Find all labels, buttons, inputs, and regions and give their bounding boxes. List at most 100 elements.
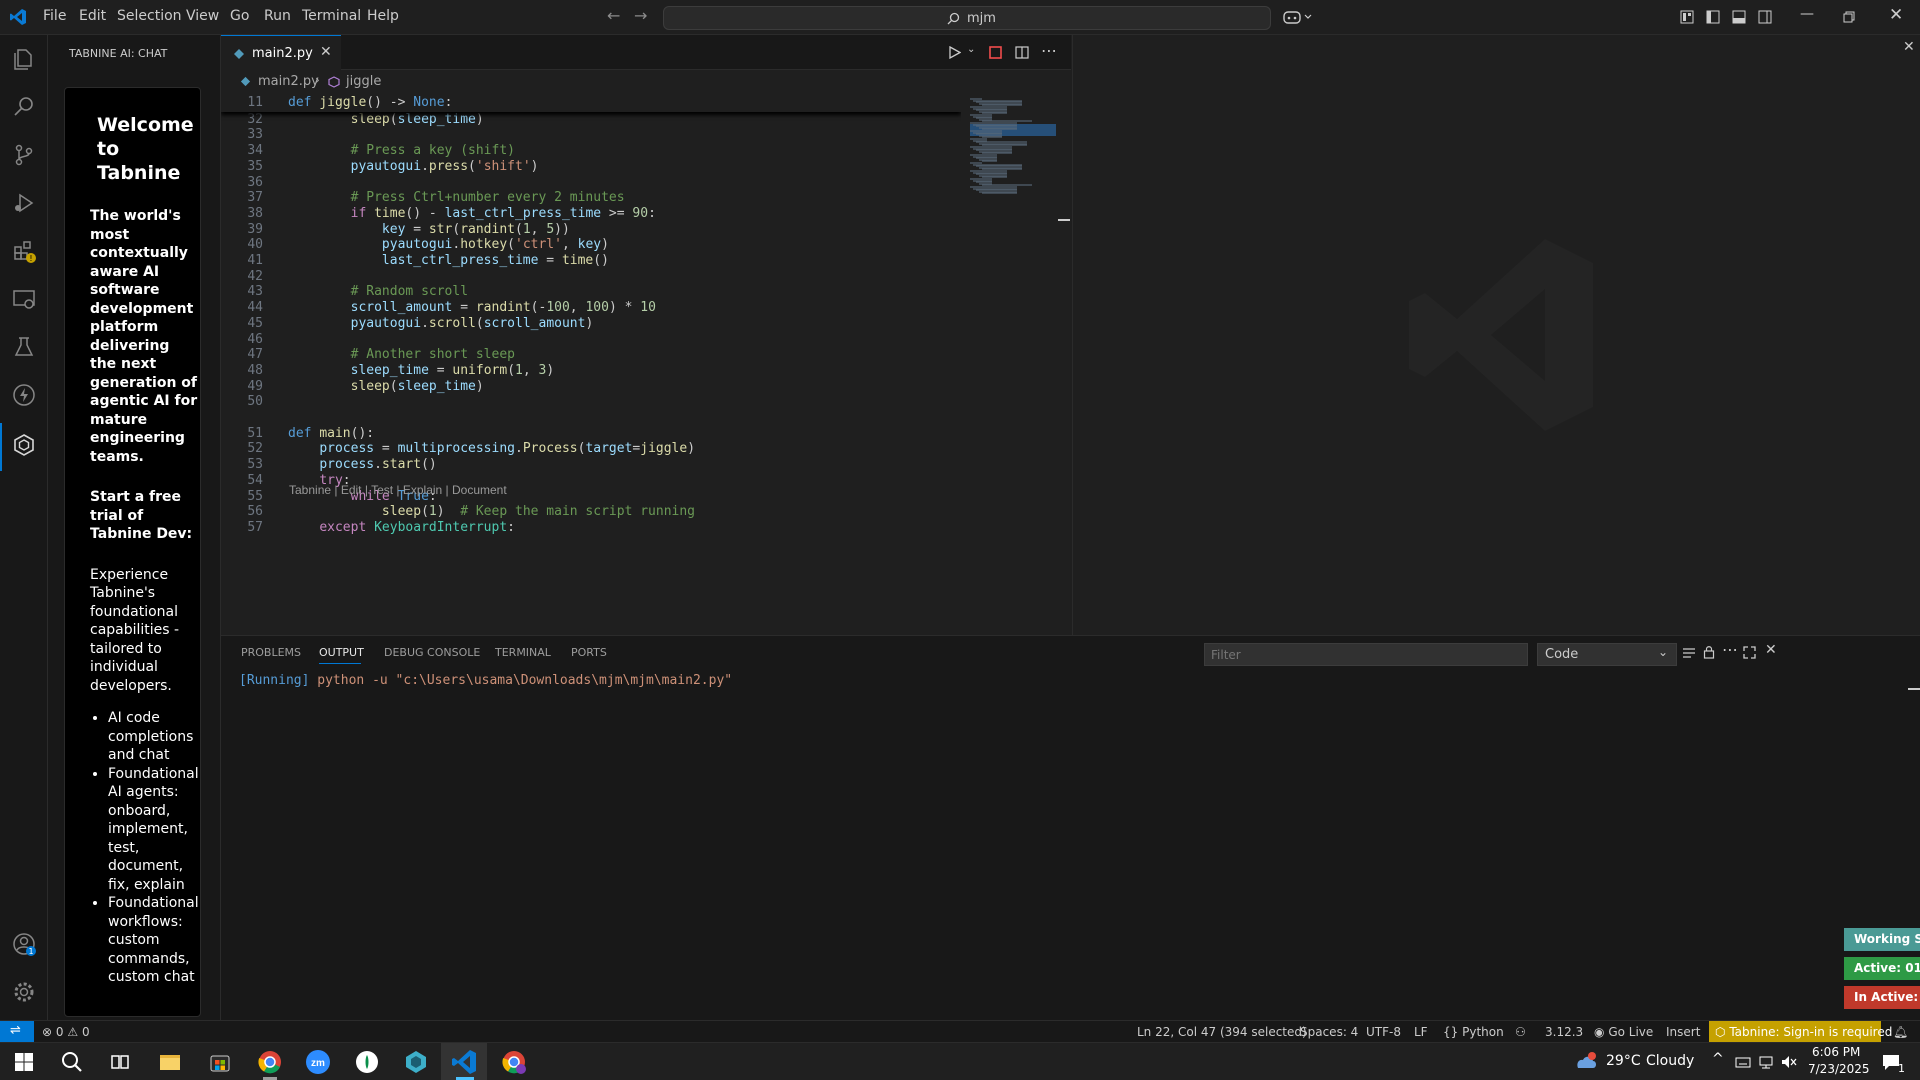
toggle-primary-sidebar-icon[interactable]: [1706, 10, 1720, 24]
minimap[interactable]: [962, 94, 1072, 634]
line-number: 38: [247, 205, 263, 221]
menu-edit[interactable]: Edit: [79, 8, 106, 24]
copilot-icon[interactable]: [1283, 9, 1313, 25]
tab-terminal[interactable]: TERMINAL: [495, 646, 551, 659]
split-editor-icon[interactable]: [1015, 46, 1029, 59]
run-python-icon[interactable]: [949, 46, 961, 59]
close-panel-icon[interactable]: ✕: [1765, 642, 1777, 658]
manage-gear-icon[interactable]: [12, 980, 36, 1004]
filter-input[interactable]: [1205, 644, 1527, 665]
word-wrap-icon[interactable]: [1682, 647, 1696, 659]
weather-condition[interactable]: Cloudy: [1646, 1053, 1694, 1069]
language-mode[interactable]: {} Python: [1443, 1025, 1504, 1039]
stop-icon[interactable]: [989, 46, 1002, 59]
lock-icon[interactable]: [1703, 645, 1715, 659]
menu-run[interactable]: Run: [264, 8, 291, 24]
output-command: python -u "c:\Users\usama\Downloads\mjm\…: [309, 673, 733, 688]
show-hidden-icons[interactable]: ^: [1712, 1051, 1724, 1067]
panel-scroll-marker: [1908, 688, 1920, 690]
codelens-tabnine[interactable]: Tabnine | Edit | Test | Explain | Docume…: [289, 483, 507, 497]
menu-view[interactable]: View: [186, 8, 219, 24]
close-window-icon[interactable]: ✕: [1889, 5, 1903, 25]
minimize-icon[interactable]: —: [1800, 6, 1814, 22]
command-center-search[interactable]: mjm: [663, 6, 1271, 30]
vscode-taskbar-icon[interactable]: [450, 1048, 478, 1076]
panel-more-icon[interactable]: ⋯: [1722, 640, 1738, 659]
volume-muted-icon[interactable]: [1781, 1055, 1797, 1069]
problems-summary[interactable]: ⊗ 0 ⚠ 0: [42, 1025, 90, 1039]
thunder-client-icon[interactable]: [12, 383, 36, 407]
working-status-widget[interactable]: Working Sta: [1844, 928, 1920, 951]
tab-problems[interactable]: PROBLEMS: [241, 646, 301, 659]
menu-terminal[interactable]: Terminal: [302, 8, 361, 24]
breadcrumb-file[interactable]: main2.py: [258, 74, 319, 89]
tab-main2-py[interactable]: main2.py ✕: [221, 35, 341, 70]
menu-selection[interactable]: Selection: [117, 8, 182, 24]
line-number: 48: [247, 362, 263, 378]
clock-time[interactable]: 6:06 PM: [1812, 1045, 1860, 1059]
weather-cloudy-icon[interactable]: [1572, 1051, 1598, 1071]
windows-start-icon[interactable]: [10, 1048, 38, 1076]
close-tab-icon[interactable]: ✕: [320, 44, 332, 60]
tab-debug-console[interactable]: DEBUG CONSOLE: [384, 646, 480, 659]
toggle-panel-icon[interactable]: [1732, 10, 1746, 24]
inactive-time-widget[interactable]: In Active: 0(: [1844, 986, 1920, 1009]
python-version[interactable]: 3.12.3: [1545, 1025, 1583, 1039]
sticky-scroll-line[interactable]: 11 def jiggle() -> None:: [221, 94, 961, 112]
close-group-icon[interactable]: ✕: [1903, 39, 1915, 55]
breadcrumb-symbol[interactable]: jiggle: [346, 74, 381, 89]
remote-indicator[interactable]: ⇌: [0, 1021, 34, 1043]
restore-icon[interactable]: [1843, 11, 1855, 23]
output-channel-select[interactable]: Code ⌄: [1537, 643, 1677, 666]
tab-ports[interactable]: PORTS: [571, 646, 607, 659]
run-debug-icon[interactable]: [12, 191, 36, 215]
dev-app-icon[interactable]: [402, 1048, 430, 1076]
ms-store-icon[interactable]: [206, 1048, 234, 1076]
extensions-icon[interactable]: !: [12, 239, 36, 263]
cursor-position[interactable]: Ln 22, Col 47 (394 selected): [1137, 1025, 1307, 1039]
search-sidebar-icon[interactable]: [12, 95, 36, 119]
menu-help[interactable]: Help: [367, 8, 399, 24]
menu-file[interactable]: File: [43, 8, 66, 24]
taskbar-search-icon[interactable]: [58, 1048, 86, 1076]
source-control-icon[interactable]: [12, 143, 36, 167]
forward-arrow-icon[interactable]: →: [634, 6, 647, 25]
active-time-widget[interactable]: Active: 01:0: [1844, 957, 1920, 980]
zoom-icon[interactable]: zm: [304, 1048, 332, 1076]
python-file-icon: [234, 49, 244, 59]
active-indicator: [0, 423, 2, 471]
line-ending[interactable]: LF: [1414, 1025, 1428, 1039]
chrome-profile-icon[interactable]: [500, 1048, 528, 1076]
menu-go[interactable]: Go: [230, 8, 249, 24]
maximize-panel-icon[interactable]: [1743, 646, 1756, 659]
explorer-icon[interactable]: [12, 47, 36, 71]
tabnine-status[interactable]: ⬡ Tabnine: Sign-in is required: [1709, 1021, 1892, 1043]
run-dropdown-icon[interactable]: ⌄: [967, 44, 975, 55]
testing-icon[interactable]: [12, 335, 36, 359]
file-explorer-icon[interactable]: [156, 1048, 184, 1076]
encoding[interactable]: UTF-8: [1366, 1025, 1401, 1039]
tab-output[interactable]: OUTPUT: [319, 646, 364, 659]
notifications-bell-icon[interactable]: 🔔︎: [1893, 1025, 1908, 1039]
toggle-secondary-sidebar-icon[interactable]: [1758, 10, 1772, 24]
go-live[interactable]: ◉ Go Live: [1594, 1025, 1653, 1039]
back-arrow-icon[interactable]: ←: [607, 6, 620, 25]
output-filter[interactable]: [1204, 643, 1528, 666]
customize-layout-icon[interactable]: [1680, 10, 1694, 24]
clock-date[interactable]: 7/23/2025: [1808, 1062, 1870, 1076]
accounts-icon[interactable]: 1: [12, 932, 36, 956]
chrome-icon[interactable]: [256, 1048, 284, 1076]
more-actions-icon[interactable]: ⋯: [1041, 41, 1057, 60]
indentation[interactable]: Spaces: 4: [1300, 1025, 1358, 1039]
line-number: 46: [247, 331, 263, 347]
remote-explorer-icon[interactable]: [12, 287, 36, 311]
cursor-app-icon[interactable]: [353, 1048, 381, 1076]
weather-temp[interactable]: 29°C: [1606, 1053, 1641, 1069]
copilot-status-icon[interactable]: ⚇: [1515, 1025, 1526, 1039]
keyboard-tray-icon[interactable]: [1735, 1055, 1751, 1069]
insert-mode[interactable]: Insert: [1666, 1025, 1700, 1039]
network-icon[interactable]: [1758, 1055, 1774, 1069]
code-editor[interactable]: 11 def jiggle() -> None: 32 sleep(sleep_…: [221, 94, 961, 634]
task-view-icon[interactable]: [106, 1048, 134, 1076]
tabnine-icon[interactable]: [12, 433, 36, 457]
